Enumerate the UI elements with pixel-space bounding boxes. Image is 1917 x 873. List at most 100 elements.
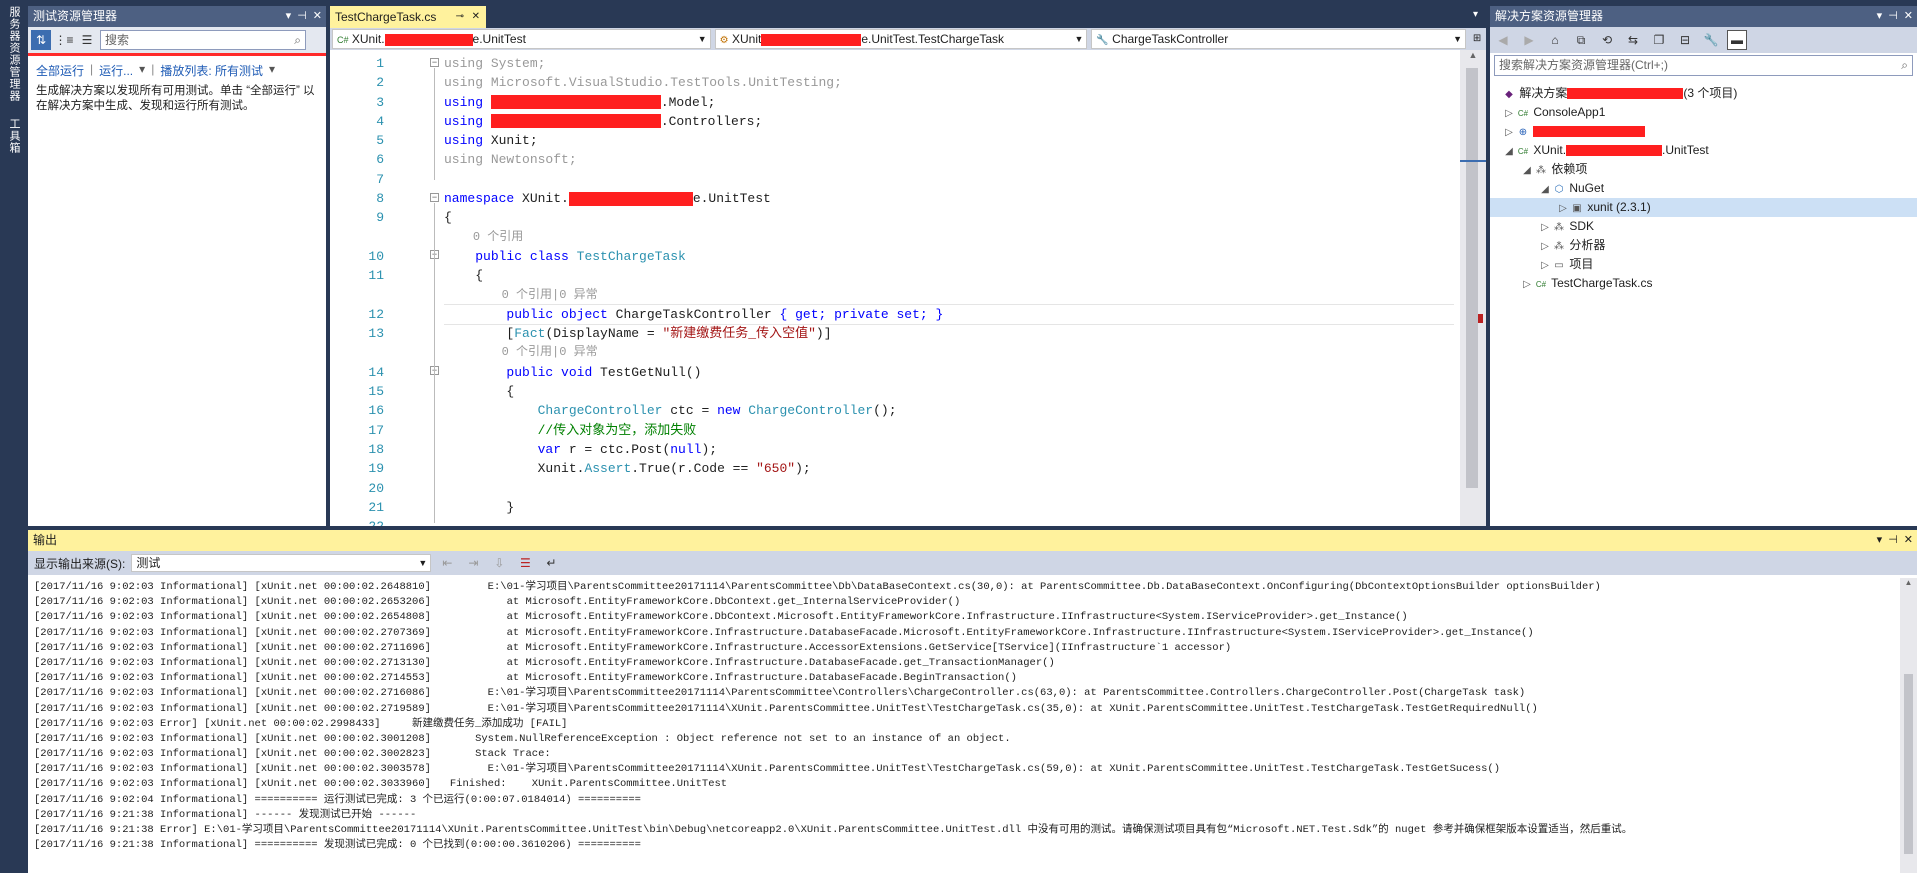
expand-icon[interactable]: ▷ <box>1538 256 1552 275</box>
code-token: )] <box>815 326 832 342</box>
editor-gutter: 1 2 3 4 5 6 7 8 9 10 11 12 13 14 15 16 1… <box>330 50 390 526</box>
server-explorer-tab[interactable]: 服务器资源管理器 <box>6 6 22 102</box>
collapse-icon[interactable]: ◢ <box>1538 180 1552 199</box>
redaction <box>1566 145 1663 157</box>
test-explorer-hint: 生成解决方案以发现所有可用测试。单击 “全部运行” 以在解决方案中生成、发现和运… <box>36 85 315 112</box>
toolbox-tab[interactable]: 工具箱 <box>6 118 22 154</box>
tree-label: 项目 <box>1569 257 1594 271</box>
pin-icon[interactable]: ⊣ <box>1888 530 1898 551</box>
output-vertical-scrollbar[interactable]: ▲ <box>1900 578 1917 873</box>
chevron-down-icon: ▼ <box>1453 34 1463 44</box>
tree-node-sdk[interactable]: ▷ ⁂ SDK <box>1490 217 1917 236</box>
redaction <box>490 114 661 129</box>
project-name-suffix: e.UnitTest <box>472 32 526 46</box>
code-token: object <box>553 306 616 322</box>
tree-node-unittest[interactable]: ◢ C# XUnit. .UnitTest <box>1490 141 1917 160</box>
collapse-all-icon[interactable]: ⊟ <box>1675 30 1695 50</box>
tree-node-nuget[interactable]: ◢ ⬡ NuGet <box>1490 179 1917 198</box>
tree-node-dependencies[interactable]: ◢ ⁂ 依赖项 <box>1490 160 1917 179</box>
close-icon[interactable]: ✕ <box>313 6 322 27</box>
dropdown-icon[interactable]: ▾ <box>286 6 292 27</box>
test-explorer-toolbar: ⇅ ⋮≡ ☰ 搜索 ⌕ <box>28 27 326 53</box>
show-all-files-icon[interactable]: ▬ <box>1727 30 1747 50</box>
expand-icon[interactable]: ▷ <box>1538 237 1552 256</box>
pin-icon[interactable]: ⊣ <box>297 6 307 27</box>
copy-icon[interactable]: ❐ <box>1649 30 1669 50</box>
forward-icon[interactable]: ▶ <box>1519 30 1539 50</box>
scroll-thumb[interactable] <box>1466 68 1478 488</box>
tree-node-projects[interactable]: ▷ ▭ 项目 <box>1490 255 1917 274</box>
tree-label: 分析器 <box>1569 238 1606 252</box>
output-line: [2017/11/16 9:02:03 Informational] [xUni… <box>34 581 1601 593</box>
codelens-references[interactable]: 0 个引用|0 异常 <box>502 288 598 302</box>
back-icon[interactable]: ◀ <box>1493 30 1513 50</box>
error-marker <box>1478 314 1483 323</box>
tree-node-analyzers[interactable]: ▷ ⁂ 分析器 <box>1490 236 1917 255</box>
codelens-references[interactable]: 0 个引用|0 异常 <box>502 345 598 359</box>
run-link[interactable]: 运行... <box>99 62 133 79</box>
playlist-link[interactable]: 播放列表: 所有测试 <box>160 62 263 79</box>
analyzer-icon: ⁂ <box>1554 241 1564 252</box>
editor-vertical-scrollbar[interactable]: ▲ <box>1460 50 1486 526</box>
expand-icon[interactable]: ▷ <box>1538 218 1552 237</box>
tab-close-icon[interactable]: ✕ <box>472 6 480 28</box>
collapse-icon[interactable]: ◢ <box>1520 161 1534 180</box>
output-line: [2017/11/16 9:02:03 Informational] [xUni… <box>34 687 1526 700</box>
expand-icon[interactable]: ▷ <box>1556 199 1570 218</box>
dropdown-icon[interactable]: ▾ <box>1877 6 1883 27</box>
collapse-icon[interactable]: − <box>430 58 439 67</box>
history-icon[interactable]: ⟲ <box>1597 30 1617 50</box>
project-dropdown[interactable]: C# XUnit. e.UnitTest ▼ <box>332 29 711 49</box>
list-icon[interactable]: ☰ <box>77 30 97 50</box>
sync-icon[interactable]: ⇆ <box>1623 30 1643 50</box>
member-dropdown[interactable]: 🔧 ChargeTaskController ▼ <box>1091 29 1467 49</box>
goto-previous-icon[interactable]: ⇤ <box>437 553 457 573</box>
class-name-suffix: e.UnitTest.TestChargeTask <box>861 32 1005 46</box>
properties-icon[interactable]: 🔧 <box>1701 30 1721 50</box>
close-icon[interactable]: ✕ <box>1904 6 1913 27</box>
home-icon[interactable]: ⌂ <box>1545 30 1565 50</box>
tab-pin-icon[interactable]: ⊸ <box>456 6 464 28</box>
pin-icon[interactable]: ⊣ <box>1888 6 1898 27</box>
collapse-icon[interactable]: − <box>430 193 439 202</box>
tree-node-web-project[interactable]: ▷ ⊕ <box>1490 122 1917 141</box>
split-icon[interactable]: ⊞ <box>1470 29 1484 49</box>
collapse-icon[interactable]: ◢ <box>1502 142 1516 161</box>
group-by-icon[interactable]: ⇅ <box>31 30 51 50</box>
switch-views-icon[interactable]: ⧉ <box>1571 30 1591 50</box>
code-token: XUnit. <box>514 191 569 207</box>
line-number: 14 <box>368 364 384 380</box>
code-comment: //传入对象为空，添加失败 <box>537 422 697 438</box>
clear-all-icon[interactable]: ☰ <box>515 553 535 573</box>
test-search-input[interactable]: 搜索 ⌕ <box>100 30 306 50</box>
word-wrap-icon[interactable]: ↵ <box>541 553 561 573</box>
output-text[interactable]: [2017/11/16 9:02:03 Informational] [xUni… <box>34 578 1884 868</box>
codelens-references[interactable]: 0 个引用 <box>473 230 523 244</box>
line-number: 3 <box>376 94 384 110</box>
solution-search-input[interactable]: 搜索解决方案资源管理器(Ctrl+;) ⌕ <box>1494 55 1913 76</box>
code-area[interactable]: using System; using Microsoft.VisualStud… <box>444 54 1454 526</box>
expand-icon[interactable]: ▷ <box>1502 123 1516 142</box>
close-icon[interactable]: ✕ <box>1904 530 1913 551</box>
scroll-up-icon[interactable]: ▲ <box>1900 578 1917 587</box>
tab-overflow-icon[interactable]: ▾ <box>1473 9 1478 20</box>
class-dropdown[interactable]: ⚙ XUnit e.UnitTest.TestChargeTask ▼ <box>714 29 1088 49</box>
line-number: 18 <box>368 441 384 457</box>
tree-node-testchargetask-file[interactable]: ▷ C# TestChargeTask.cs <box>1490 274 1917 293</box>
output-source-dropdown[interactable]: 测试 ▼ <box>131 554 432 572</box>
tab-testchargetask[interactable]: TestChargeTask.cs ⊸ ✕ <box>330 6 486 28</box>
scroll-up-icon[interactable]: ▲ <box>1460 50 1486 64</box>
tree-node-consoleapp1[interactable]: ▷ C# ConsoleApp1 <box>1490 103 1917 122</box>
output-line: [2017/11/16 9:02:03 Error] [xUnit.net 00… <box>34 717 568 730</box>
filter-icon[interactable]: ⋮≡ <box>54 30 74 50</box>
csharp-project-icon: C# <box>337 35 349 45</box>
expand-icon[interactable]: ▷ <box>1502 104 1516 123</box>
tree-node-xunit-package[interactable]: ▷ ▣ xunit (2.3.1) <box>1490 198 1917 217</box>
dropdown-icon[interactable]: ▾ <box>1877 530 1883 551</box>
expand-icon[interactable]: ▷ <box>1520 275 1534 294</box>
run-all-link[interactable]: 全部运行 <box>36 62 84 79</box>
goto-next-icon[interactable]: ⇥ <box>463 553 483 573</box>
tree-node-solution[interactable]: ◆ 解决方案 (3 个项目) <box>1490 84 1917 103</box>
find-next-icon[interactable]: ⇩ <box>489 553 509 573</box>
scroll-thumb[interactable] <box>1904 674 1913 854</box>
